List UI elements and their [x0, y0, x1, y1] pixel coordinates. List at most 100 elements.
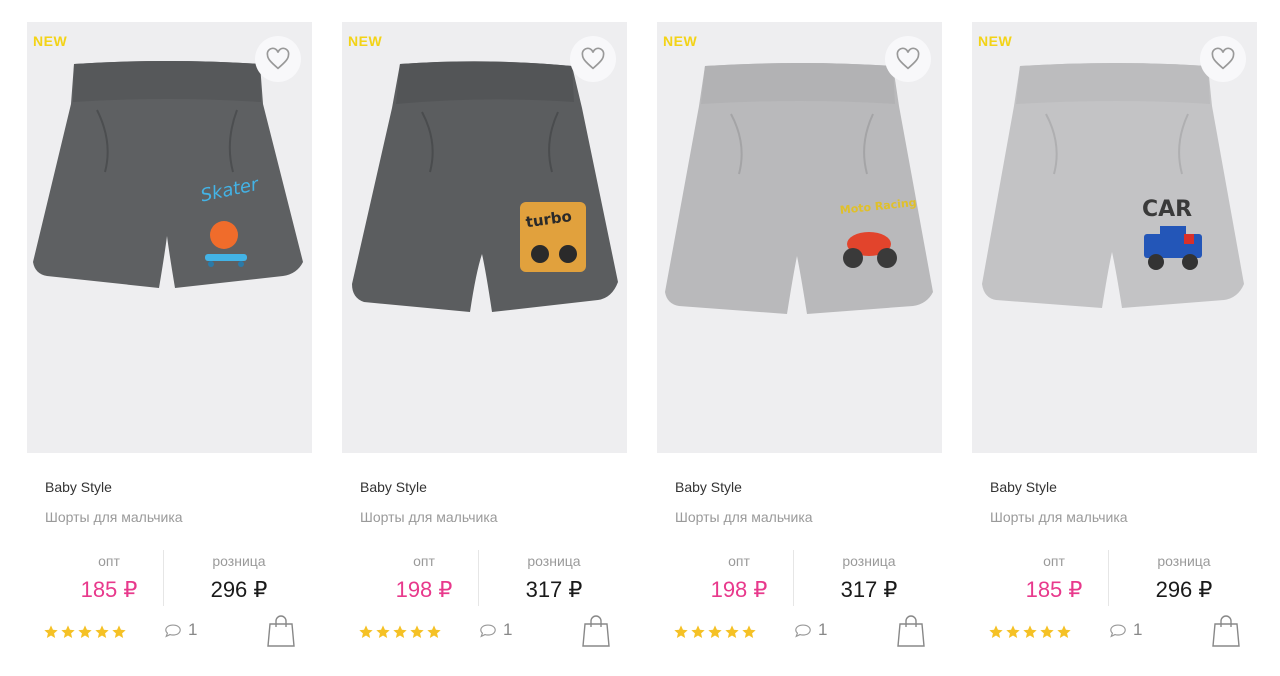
heart-icon — [266, 47, 290, 70]
product-title[interactable]: Шорты для мальчика — [990, 509, 1128, 525]
retail-price: розница 317 ₽ — [809, 550, 929, 603]
add-to-cart-button[interactable] — [1211, 614, 1241, 648]
favorite-button[interactable] — [255, 36, 301, 82]
retail-label: розница — [1157, 553, 1211, 569]
product-image[interactable]: Moto Racing NEW — [657, 22, 942, 453]
comments-count: 1 — [818, 620, 828, 639]
retail-label: розница — [842, 553, 896, 569]
star-icon — [989, 625, 1003, 638]
add-to-cart-button[interactable] — [896, 614, 926, 648]
star-icon — [112, 625, 126, 638]
svg-text:CAR: CAR — [1142, 197, 1192, 222]
price-divider — [163, 550, 164, 606]
new-badge: NEW — [978, 33, 1013, 49]
rating-stars — [673, 624, 757, 640]
retail-value: 296 ₽ — [210, 577, 268, 602]
wholesale-price: опт 198 ₽ — [364, 550, 484, 603]
retail-value: 317 ₽ — [525, 577, 583, 602]
wholesale-value: 185 ₽ — [1025, 577, 1083, 602]
comment-bubble-icon — [165, 624, 181, 637]
product-card[interactable]: Skater NEW Baby Style Шорты для мальчика… — [27, 22, 312, 662]
wholesale-value: 198 ₽ — [395, 577, 453, 602]
rating-stars — [43, 624, 127, 640]
star-icon — [1006, 625, 1020, 638]
product-meta: 1 — [657, 614, 942, 650]
shopping-bag-icon — [582, 615, 610, 647]
retail-label: розница — [527, 553, 581, 569]
new-badge: NEW — [348, 33, 383, 49]
wholesale-label: опт — [728, 553, 750, 569]
add-to-cart-button[interactable] — [266, 614, 296, 648]
price-block: опт 198 ₽ розница 317 ₽ — [342, 550, 627, 606]
shopping-bag-icon — [267, 615, 295, 647]
product-card[interactable]: turbo NEW Baby Style Шорты для мальчика … — [342, 22, 627, 662]
price-block: опт 185 ₽ розница 296 ₽ — [972, 550, 1257, 606]
favorite-button[interactable] — [1200, 36, 1246, 82]
product-title[interactable]: Шорты для мальчика — [45, 509, 183, 525]
product-card[interactable]: Moto Racing NEW Baby Style Шорты для мал… — [657, 22, 942, 662]
rating-stars — [358, 624, 442, 640]
new-badge: NEW — [33, 33, 68, 49]
star-icon — [44, 625, 58, 638]
retail-value: 317 ₽ — [840, 577, 898, 602]
star-icon — [725, 625, 739, 638]
product-brand[interactable]: Baby Style — [990, 479, 1057, 495]
star-icon — [708, 625, 722, 638]
retail-price: розница 296 ₽ — [179, 550, 299, 603]
add-to-cart-button[interactable] — [581, 614, 611, 648]
retail-value: 296 ₽ — [1155, 577, 1213, 602]
shorts-illustration: turbo — [352, 61, 618, 312]
product-brand[interactable]: Baby Style — [360, 479, 427, 495]
star-icon — [393, 625, 407, 638]
star-icon — [359, 625, 373, 638]
price-divider — [1108, 550, 1109, 606]
shopping-bag-icon — [897, 615, 925, 647]
heart-icon — [1211, 47, 1235, 70]
wholesale-value: 185 ₽ — [80, 577, 138, 602]
retail-price: розница 317 ₽ — [494, 550, 614, 603]
favorite-button[interactable] — [570, 36, 616, 82]
star-icon — [95, 625, 109, 638]
shorts-illustration: CAR — [982, 63, 1244, 308]
shorts-illustration: Skater — [33, 61, 303, 288]
shorts-illustration: Moto Racing — [665, 63, 933, 314]
comments-count: 1 — [188, 620, 198, 639]
price-block: опт 198 ₽ розница 317 ₽ — [657, 550, 942, 606]
star-icon — [1057, 625, 1071, 638]
comments-link[interactable]: 1 — [164, 620, 197, 640]
product-title[interactable]: Шорты для мальчика — [675, 509, 813, 525]
product-image[interactable]: CAR NEW — [972, 22, 1257, 453]
comments-link[interactable]: 1 — [479, 620, 512, 640]
star-icon — [742, 625, 756, 638]
star-icon — [427, 625, 441, 638]
comment-bubble-icon — [1110, 624, 1126, 637]
product-brand[interactable]: Baby Style — [45, 479, 112, 495]
shopping-bag-icon — [1212, 615, 1240, 647]
comments-count: 1 — [503, 620, 513, 639]
favorite-button[interactable] — [885, 36, 931, 82]
star-icon — [1040, 625, 1054, 638]
retail-price: розница 296 ₽ — [1124, 550, 1244, 603]
heart-icon — [581, 47, 605, 70]
price-block: опт 185 ₽ розница 296 ₽ — [27, 550, 312, 606]
wholesale-label: опт — [98, 553, 120, 569]
product-title[interactable]: Шорты для мальчика — [360, 509, 498, 525]
product-meta: 1 — [342, 614, 627, 650]
heart-icon — [896, 47, 920, 70]
product-brand[interactable]: Baby Style — [675, 479, 742, 495]
comments-link[interactable]: 1 — [1109, 620, 1142, 640]
price-divider — [793, 550, 794, 606]
product-image[interactable]: turbo NEW — [342, 22, 627, 453]
comments-link[interactable]: 1 — [794, 620, 827, 640]
new-badge: NEW — [663, 33, 698, 49]
star-icon — [410, 625, 424, 638]
wholesale-label: опт — [413, 553, 435, 569]
comments-count: 1 — [1133, 620, 1143, 639]
star-icon — [1023, 625, 1037, 638]
star-icon — [61, 625, 75, 638]
product-card[interactable]: CAR NEW Baby Style Шорты для мальчика оп… — [972, 22, 1257, 662]
star-icon — [691, 625, 705, 638]
wholesale-price: опт 185 ₽ — [49, 550, 169, 603]
product-image[interactable]: Skater NEW — [27, 22, 312, 453]
wholesale-price: опт 185 ₽ — [994, 550, 1114, 603]
